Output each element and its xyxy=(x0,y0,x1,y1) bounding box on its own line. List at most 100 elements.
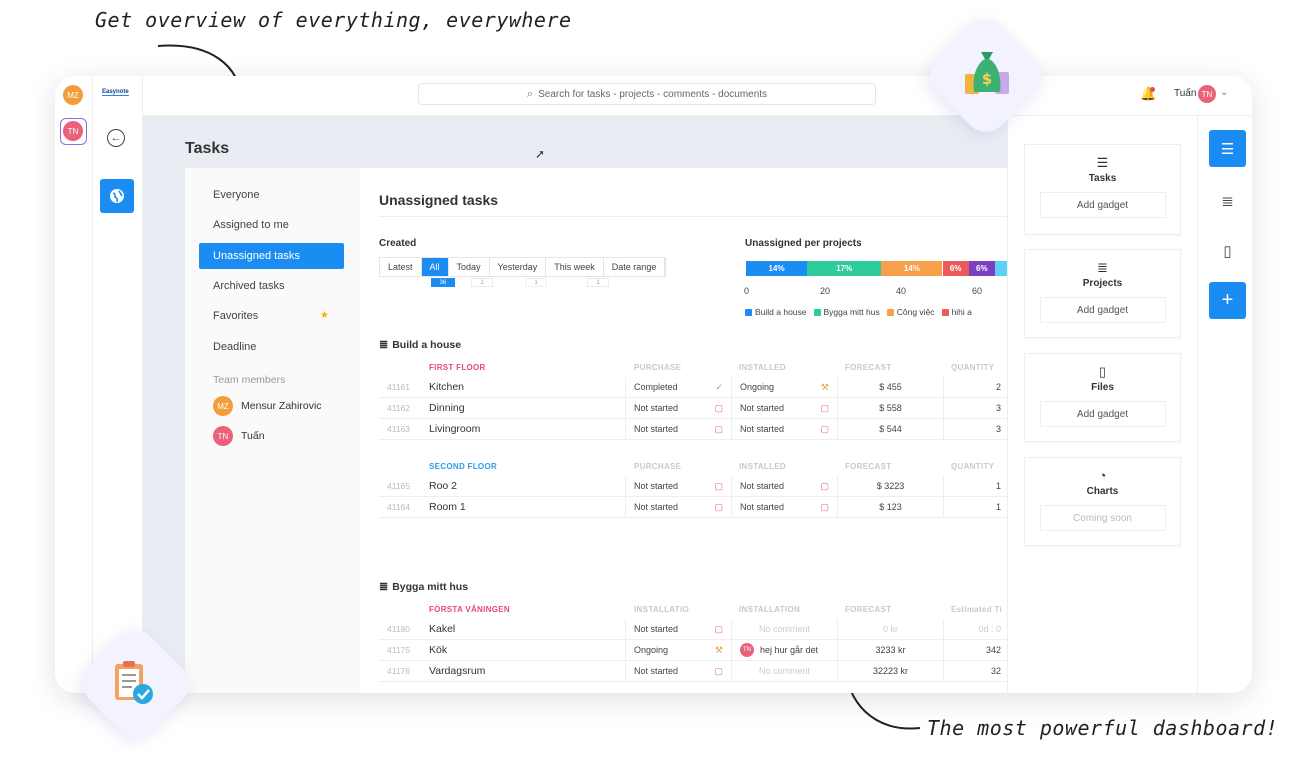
status-text: Completed xyxy=(634,382,678,392)
group-title: ≣ Bygga mitt hus xyxy=(379,580,468,594)
table-row[interactable]: 41163 Livingroom Not started ▢ Not started ▢ $… xyxy=(379,418,1007,440)
user-name[interactable]: Tuấn xyxy=(1174,88,1196,99)
nav-deadline[interactable]: Deadline xyxy=(199,334,344,360)
right-toolbar: ☰ ≣ ▯ + xyxy=(1197,116,1252,693)
status-cell[interactable]: Ongoing ⚒ xyxy=(731,376,837,398)
status-cell[interactable]: Not started ▢ xyxy=(625,418,731,440)
comment-wrap: TN hej hur går det xyxy=(740,643,818,657)
status-icon: ▢ xyxy=(820,501,829,512)
user-avatar[interactable]: TN xyxy=(1198,85,1216,103)
table-row[interactable]: 41164 Room 1 Not started ▢ Not started ▢ $ 123… xyxy=(379,496,1007,518)
quantity-cell: 32 xyxy=(943,660,1003,682)
avatar: TN xyxy=(213,426,233,446)
forecast-cell: $ 3223 xyxy=(837,475,943,497)
table-row[interactable]: 41161 Kitchen Completed ✓ Ongoing ⚒ $ 455 2 xyxy=(379,376,1007,398)
app-window: MZ TN Easynote ← ⌕ Search for tasks - pr… xyxy=(55,76,1252,693)
status-icon: ▢ xyxy=(714,501,723,512)
task-name[interactable]: Dinning xyxy=(419,402,625,414)
money-bag-icon: $ xyxy=(965,52,1009,94)
gadget-panel: ☰ Tasks Add gadget ≣ Projects Add gadget… xyxy=(1007,116,1197,693)
status-icon: ▢ xyxy=(714,423,723,434)
table-row[interactable]: 41162 Dinning Not started ▢ Not started ▢ $ 55… xyxy=(379,397,1007,419)
status-cell[interactable]: Ongoing ⚒ xyxy=(625,639,731,661)
status-cell[interactable]: Not started ▢ xyxy=(625,496,731,518)
column-header: PURCHASE xyxy=(634,363,682,372)
globe-button[interactable] xyxy=(100,179,134,213)
back-icon[interactable]: ← xyxy=(107,129,125,147)
notification-dot xyxy=(1150,87,1155,92)
gadget-title: Charts xyxy=(1086,486,1119,497)
column-header: INSTALLED xyxy=(739,462,786,471)
add-gadget-button[interactable]: Add gadget xyxy=(1039,297,1166,323)
group-icon: ≣ xyxy=(379,581,389,593)
status-icon: ▢ xyxy=(714,480,723,491)
status-text: Not started xyxy=(634,481,679,491)
status-cell[interactable]: Not started ▢ xyxy=(731,475,837,497)
nav-assigned-to-me[interactable]: Assigned to me xyxy=(199,212,344,238)
add-gadget-button[interactable]: Add gadget xyxy=(1039,192,1166,218)
status-cell[interactable]: Not started ▢ xyxy=(731,397,837,419)
status-icon: ▢ xyxy=(820,402,829,413)
avatar[interactable]: TN xyxy=(63,121,83,141)
workspace-rail: MZ TN xyxy=(55,76,93,693)
status-text: Not started xyxy=(740,481,785,491)
status-text: Not started xyxy=(740,403,785,413)
member-name[interactable]: Mensur Zahirovic xyxy=(241,400,322,412)
gadget-title: Tasks xyxy=(1088,173,1117,184)
quantity-cell: 3 xyxy=(943,418,1003,440)
status-cell[interactable]: TN hej hur går det xyxy=(731,639,837,661)
column-header: FORECAST xyxy=(845,605,892,614)
task-name[interactable]: Roo 2 xyxy=(419,480,625,492)
gadget-title: Projects xyxy=(1082,278,1123,289)
status-text: Not started xyxy=(740,502,785,512)
files-button[interactable]: ▯ xyxy=(1209,232,1246,269)
table-row[interactable]: 41176 Vardagsrum Not started ▢ No comment 322… xyxy=(379,660,1007,682)
top-caption: Get overview of everything, everywhere xyxy=(95,8,572,32)
status-cell[interactable]: No comment xyxy=(731,660,837,682)
task-id: 41175 xyxy=(387,645,411,655)
task-list-button[interactable]: ☰ xyxy=(1209,130,1246,167)
hammer-icon: ⚒ xyxy=(820,381,829,392)
task-name[interactable]: Kakel xyxy=(419,623,625,635)
avatar: TN xyxy=(740,643,754,657)
chevron-down-icon[interactable]: ⌄ xyxy=(1220,87,1228,98)
status-cell[interactable]: Not started ▢ xyxy=(731,496,837,518)
bottom-caption: The most powerful dashboard! xyxy=(927,716,1279,740)
task-groups: ≣ Build a house FIRST FLOOR PURCHASE INSTALL… xyxy=(379,168,1007,693)
task-name[interactable]: Livingroom xyxy=(419,423,625,435)
task-name[interactable]: Kök xyxy=(419,644,625,656)
task-id: 41180 xyxy=(387,624,411,634)
files-icon: ▯ xyxy=(1098,364,1107,379)
status-cell[interactable]: No comment xyxy=(731,618,837,640)
status-cell[interactable]: Not started ▢ xyxy=(625,475,731,497)
nav-unassigned-tasks[interactable]: Unassigned tasks xyxy=(199,243,344,269)
nav-archived-tasks[interactable]: Archived tasks xyxy=(199,273,344,299)
top-bar: ⌕ Search for tasks - projects - comments… xyxy=(143,76,1252,116)
add-button[interactable]: + xyxy=(1209,282,1246,319)
status-cell[interactable]: Completed ✓ xyxy=(625,376,731,398)
table-row[interactable]: 41175 Kök Ongoing ⚒ TN hej hur går det 3233 kr… xyxy=(379,639,1007,661)
task-name[interactable]: Kitchen xyxy=(419,381,625,393)
group-title: ≣ Build a house xyxy=(379,338,461,352)
status-cell[interactable]: Not started ▢ xyxy=(731,418,837,440)
table-row[interactable]: 41180 Kakel Not started ▢ No comment 0 kr 0d :… xyxy=(379,618,1007,640)
status-cell[interactable]: Not started ▢ xyxy=(625,660,731,682)
avatar[interactable]: MZ xyxy=(63,85,83,105)
nav-everyone[interactable]: Everyone xyxy=(199,182,344,208)
task-name[interactable]: Room 1 xyxy=(419,501,625,513)
status-cell[interactable]: Not started ▢ xyxy=(625,397,731,419)
task-name[interactable]: Vardagsrum xyxy=(419,665,625,677)
member-name[interactable]: Tuấn xyxy=(241,430,265,442)
status-text: Ongoing xyxy=(634,645,669,655)
table-row[interactable]: 41165 Roo 2 Not started ▢ Not started ▢ $ 3223… xyxy=(379,475,1007,497)
global-search-input[interactable]: ⌕ Search for tasks - projects - comments… xyxy=(418,83,876,105)
task-id: 41165 xyxy=(387,481,411,491)
add-gadget-button[interactable]: Add gadget xyxy=(1039,401,1166,427)
files-icon: ▯ xyxy=(1223,242,1232,260)
projects-button[interactable]: ≣ xyxy=(1209,182,1246,219)
task-id: 41164 xyxy=(387,502,411,512)
forecast-cell: 32223 kr xyxy=(837,660,943,682)
status-cell[interactable]: Not started ▢ xyxy=(625,618,731,640)
column-header: FORECAST xyxy=(845,462,892,471)
comment-text: hej hur går det xyxy=(760,645,819,655)
